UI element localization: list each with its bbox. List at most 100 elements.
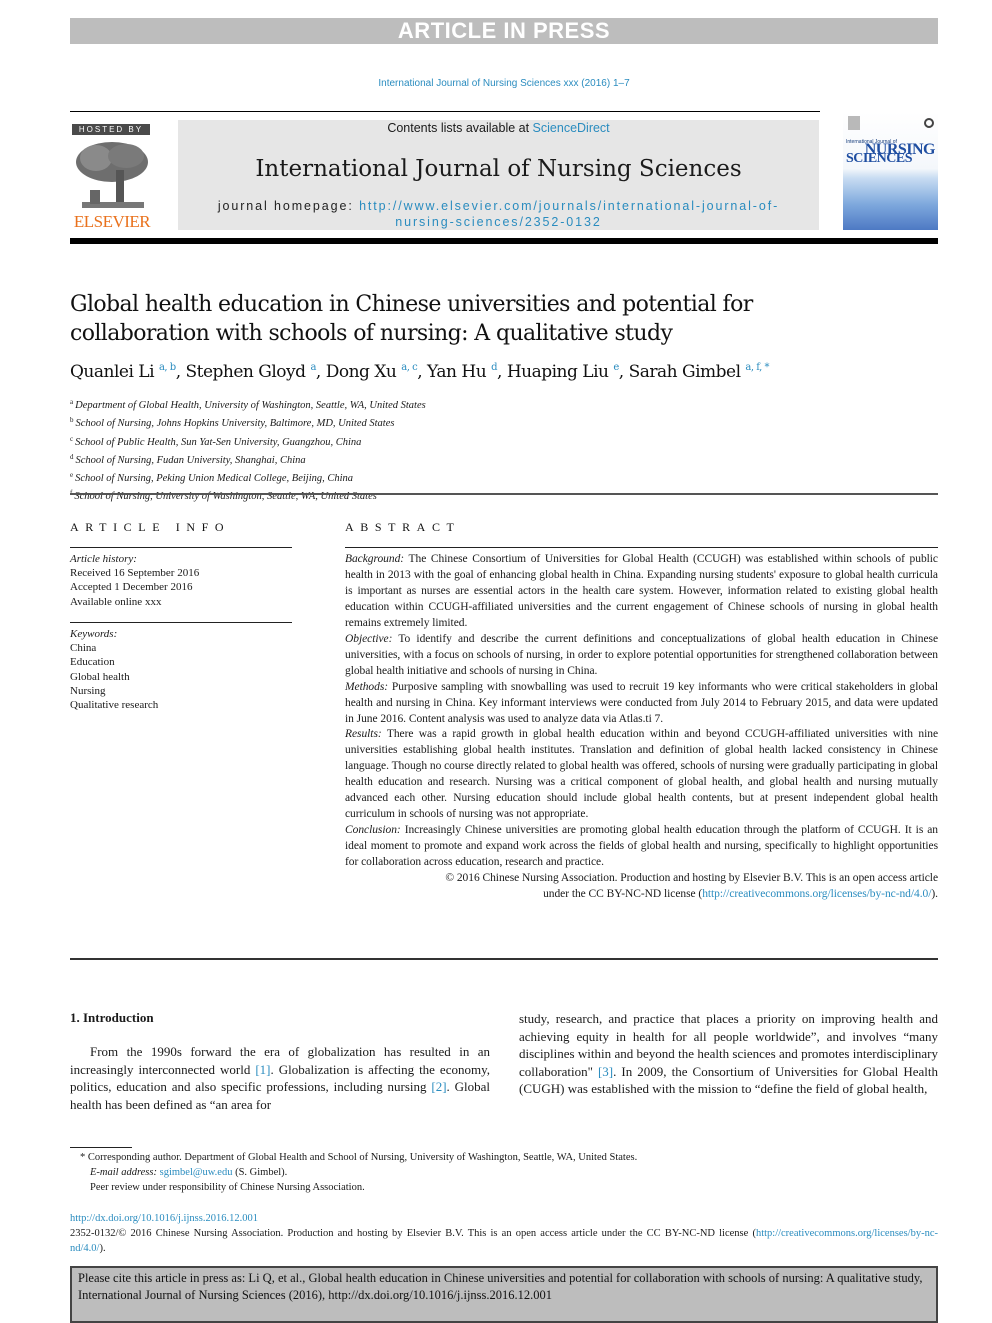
elsevier-wordmark: ELSEVIER (73, 212, 151, 231)
citation-ref-link[interactable]: [2] (431, 1079, 446, 1094)
citation-box: Please cite this article in press as: Li… (70, 1266, 938, 1323)
keyword-item: Qualitative research (70, 699, 159, 712)
abstract-section: Conclusion: Increasingly Chinese univers… (345, 823, 938, 871)
divider (70, 547, 292, 548)
affiliation-key: c (70, 434, 74, 443)
divider (70, 622, 292, 623)
abstract-section-label: Background: (345, 553, 405, 565)
abstract-copyright: © 2016 Chinese Nursing Association. Prod… (345, 871, 938, 903)
email-suffix: (S. Gimbel). (232, 1167, 288, 1178)
cover-emblem-icon (924, 118, 934, 128)
email-link[interactable]: sgimbel@uw.edu (160, 1167, 233, 1178)
introduction-column-2: study, research, and practice that place… (519, 1010, 938, 1098)
author-name[interactable]: Dong Xu (326, 362, 397, 382)
author-affiliation-marker[interactable]: d (491, 362, 497, 373)
keyword-item: Global health (70, 670, 130, 683)
citation-ref-link[interactable]: [1] (255, 1062, 270, 1077)
abstract-section-text: Increasingly Chinese universities are pr… (345, 824, 939, 869)
homepage-link-part1[interactable]: http://www.elsevier.com/journals/interna… (359, 199, 779, 213)
license-text: 2352-0132/© 2016 Chinese Nursing Associa… (70, 1228, 756, 1239)
author-name[interactable]: Yan Hu (427, 362, 487, 382)
keywords-label: Keywords: (70, 628, 118, 640)
journal-homepage: journal homepage: http://www.elsevier.co… (178, 198, 819, 230)
abstract-section-label: Conclusion: (345, 824, 401, 837)
author-name[interactable]: Quanlei Li (70, 362, 155, 382)
abstract-body: Background: The Chinese Consortium of Un… (345, 552, 938, 903)
abstract-heading: ABSTRACT (345, 520, 461, 534)
citation-ref-link[interactable]: [3] (598, 1064, 613, 1079)
history-item: Available online xxx (70, 595, 162, 608)
affiliation-key: b (70, 416, 74, 425)
author-name[interactable]: Huaping Liu (507, 362, 609, 382)
publisher-logo[interactable]: HOSTED BY ELSEVIER (70, 122, 154, 232)
history-item: Accepted 1 December 2016 (70, 581, 193, 594)
header-top-rule (70, 111, 820, 112)
author-affiliation-marker[interactable]: a, c (401, 362, 417, 373)
license-statement: 2352-0132/© 2016 Chinese Nursing Associa… (70, 1226, 938, 1256)
journal-masthead: Contents lists available at ScienceDirec… (178, 120, 819, 230)
affiliation-list: a Department of Global Health, University… (70, 395, 670, 505)
affiliation-item: e School of Nursing, Peking Union Medical… (70, 468, 670, 486)
homepage-link-part2[interactable]: nursing-sciences/2352-0132 (395, 215, 601, 229)
doi-link[interactable]: http://dx.doi.org/10.1016/j.ijnss.2016.1… (70, 1211, 938, 1226)
journal-cover-image[interactable]: International Journal of NURSING SCIENCE… (843, 112, 938, 230)
divider (70, 493, 938, 495)
abstract-section-text: The Chinese Consortium of Universities f… (345, 553, 938, 629)
affiliation-item: b School of Nursing, Johns Hopkins Univer… (70, 413, 670, 431)
contents-prefix: Contents lists available at (387, 121, 533, 135)
contents-line: Contents lists available at ScienceDirec… (178, 121, 819, 135)
author-list: Quanlei Li a, b, Stephen Gloyd a, Dong X… (70, 362, 769, 382)
affiliation-text: Department of Global Health, University … (75, 400, 426, 411)
affiliation-item: a Department of Global Health, University… (70, 395, 670, 413)
affiliation-item: c School of Public Health, Sun Yat-Sen Un… (70, 432, 670, 450)
running-head[interactable]: International Journal of Nursing Science… (0, 78, 992, 89)
license-link[interactable]: http://creativecommons.org/licenses/by-n… (702, 888, 931, 900)
corresponding-author-note: * Corresponding author. Department of Gl… (80, 1152, 638, 1163)
journal-name: International Journal of Nursing Science… (255, 156, 742, 182)
author-affiliation-marker[interactable]: e (613, 362, 619, 373)
affiliation-text: School of Nursing, Fudan University, Sha… (75, 454, 306, 466)
abstract-sections: Background: The Chinese Consortium of Un… (345, 552, 938, 871)
divider (70, 958, 938, 960)
cover-thumbnail (848, 116, 860, 130)
cover-word-sciences: SCIENCES (846, 151, 913, 166)
abstract-section-label: Objective: (345, 632, 393, 645)
affiliation-item: d School of Nursing, Fudan University, Sh… (70, 450, 670, 468)
history-item: Received 16 September 2016 (70, 567, 200, 580)
affiliation-text: School of Public Health, Sun Yat-Sen Uni… (75, 436, 362, 448)
email-label: E-mail address: (90, 1167, 157, 1178)
keywords: Keywords: China Education Global health … (70, 627, 158, 712)
affiliation-key: d (70, 452, 74, 461)
elsevier-tree-icon (76, 142, 148, 208)
affiliation-text: School of Nursing, Johns Hopkins Univers… (75, 418, 395, 430)
peer-review-note: Peer review under responsibility of Chin… (90, 1182, 365, 1193)
article-title: Global health education in Chinese unive… (70, 292, 753, 346)
affiliation-key: e (70, 471, 74, 480)
author-affiliation-marker[interactable]: a, f, * (745, 362, 769, 373)
abstract-section: Results: There was a rapid growth in glo… (345, 727, 938, 823)
author-affiliation-marker[interactable]: a (310, 362, 316, 373)
abstract-section: Methods: Purposive sampling with snowbal… (345, 680, 938, 728)
author-name[interactable]: Stephen Gloyd (186, 362, 307, 382)
article-info-heading: ARTICLE INFO (70, 520, 231, 534)
abstract-section-text: Purposive sampling with snowballing was … (345, 680, 938, 725)
author-name[interactable]: Sarah Gimbel (629, 362, 741, 382)
sciencedirect-link[interactable]: ScienceDirect (533, 121, 610, 135)
article-history: Article history: Received 16 September 2… (70, 552, 199, 609)
abstract-section-label: Results: (345, 728, 382, 741)
abstract-section: Background: The Chinese Consortium of Un… (345, 552, 938, 632)
footnote-rule (70, 1147, 132, 1148)
header-rule (70, 238, 938, 244)
email-note: E-mail address: sgimbel@uw.edu (S. Gimbe… (70, 1165, 930, 1180)
abstract-section-text: There was a rapid growth in global healt… (345, 728, 938, 821)
affiliation-item: fSchool of Nursing, University of Washin… (70, 486, 670, 504)
license-suffix: ). (99, 1243, 106, 1254)
author-affiliation-marker[interactable]: a, b (159, 362, 176, 373)
abstract-section: Objective: To identify and describe the … (345, 632, 938, 680)
doi-block: http://dx.doi.org/10.1016/j.ijnss.2016.1… (70, 1211, 938, 1256)
copyright-line1: © 2016 Chinese Nursing Association. Prod… (445, 872, 938, 885)
section-heading-introduction: 1. Introduction (70, 1010, 154, 1025)
copyright-line2: under the CC BY-NC-ND license ( (543, 888, 703, 901)
introduction-column-1: From the 1990s forward the era of global… (70, 1043, 490, 1113)
affiliation-key: a (70, 398, 74, 406)
